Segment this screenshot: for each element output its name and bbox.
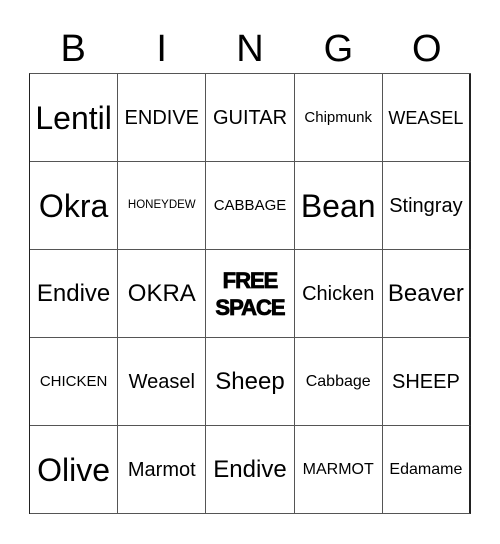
free-space-line2: SPACE — [215, 294, 286, 320]
bingo-cell[interactable]: ENDIVE — [118, 74, 207, 162]
bingo-cell[interactable]: Weasel — [118, 338, 207, 426]
bingo-cell[interactable]: GUITAR — [206, 74, 295, 162]
bingo-cell[interactable]: WEASEL — [382, 74, 471, 162]
bingo-cell[interactable]: CHICKEN — [30, 338, 119, 426]
bingo-cell[interactable]: HONEYDEW — [118, 162, 207, 250]
bingo-cell[interactable]: CABBAGE — [206, 162, 295, 250]
bingo-cell[interactable]: Cabbage — [294, 338, 383, 426]
header-letter-g: G — [323, 28, 354, 70]
bingo-cell[interactable]: SHEEP — [382, 338, 471, 426]
free-space-line1: FREE — [222, 267, 278, 293]
bingo-cell[interactable]: Endive — [30, 250, 119, 338]
free-space-label: FREE SPACE — [215, 267, 286, 321]
free-space-cell[interactable]: FREE SPACE — [206, 250, 295, 338]
bingo-cell[interactable]: Olive — [30, 426, 119, 514]
bingo-cell[interactable]: Chicken — [294, 250, 383, 338]
bingo-cell[interactable]: Okra — [30, 162, 119, 250]
header-letter-o: O — [412, 28, 442, 70]
bingo-cell[interactable]: Bean — [294, 162, 383, 250]
header-letter-b: B — [60, 28, 86, 70]
bingo-cell[interactable]: Sheep — [206, 338, 295, 426]
bingo-cell[interactable]: Marmot — [118, 426, 207, 514]
header-letter-n: N — [236, 28, 264, 70]
bingo-cell[interactable]: Lentil — [30, 74, 119, 162]
bingo-cell[interactable]: OKRA — [118, 250, 207, 338]
bingo-cell[interactable]: Chipmunk — [294, 74, 383, 162]
bingo-cell[interactable]: Stingray — [382, 162, 471, 250]
bingo-cell[interactable]: MARMOT — [294, 426, 383, 514]
bingo-grid: Lentil ENDIVE GUITAR Chipmunk WEASEL Okr… — [29, 73, 471, 514]
bingo-header: B I N G O — [29, 26, 471, 72]
bingo-cell[interactable]: Endive — [206, 426, 295, 514]
header-letter-i: I — [156, 28, 167, 70]
bingo-cell[interactable]: Edamame — [382, 426, 471, 514]
bingo-cell[interactable]: Beaver — [382, 250, 471, 338]
